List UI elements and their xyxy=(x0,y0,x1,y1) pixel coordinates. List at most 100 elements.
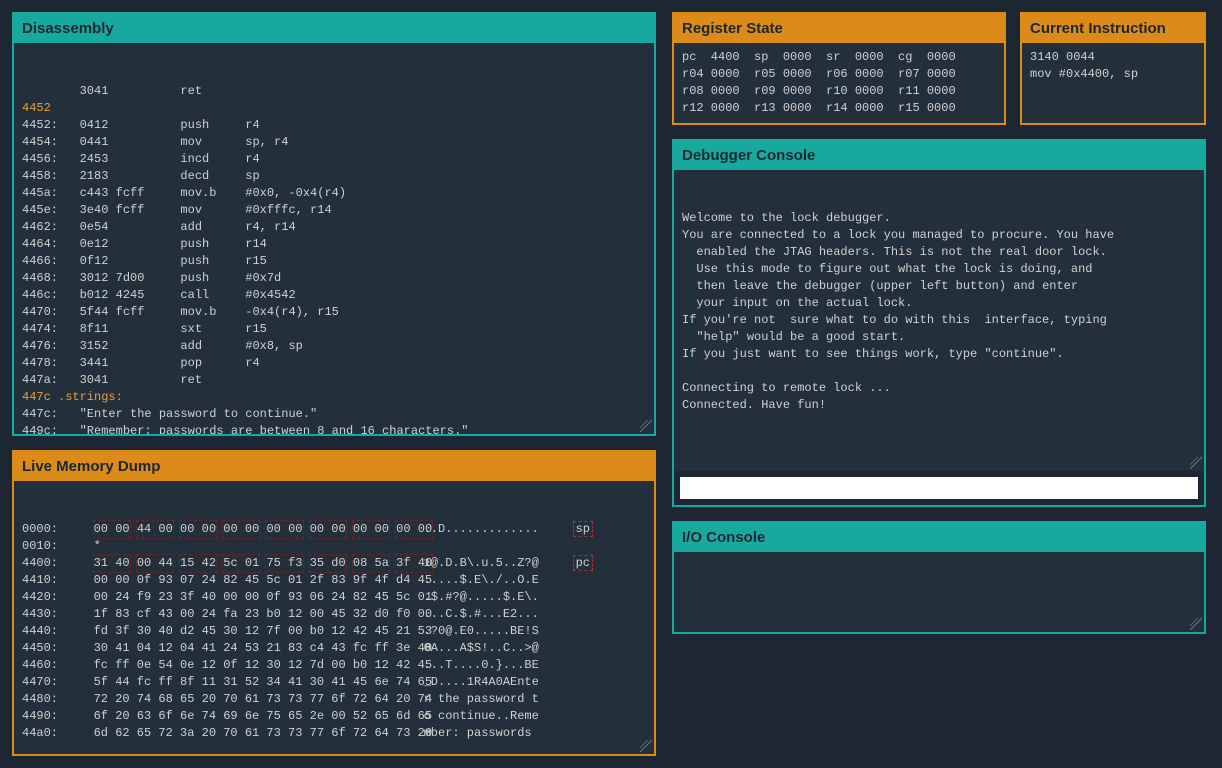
memdump-ascii: r the password t xyxy=(402,691,552,708)
disasm-line: 4462: 0e54 add r4, r14 xyxy=(22,219,646,236)
debugger-input[interactable] xyxy=(680,477,1198,499)
memdump-ascii: 0A...A$S!..C..>@ xyxy=(402,640,552,657)
resize-handle[interactable] xyxy=(1190,618,1202,630)
memdump-addr: 4450: xyxy=(22,640,72,657)
disasm-line: 445a: c443 fcff mov.b #0x0, -0x4(r4) xyxy=(22,185,646,202)
disasm-line: 4474: 8f11 sxt r15 xyxy=(22,321,646,338)
memdump-hex: 00 00 44 00 00 00 00 00 00 00 00 00 00 0… xyxy=(72,521,402,538)
memdump-ascii: .$.#?@.....$.E\. xyxy=(402,589,552,606)
curins-asm: mov #0x4400, sp xyxy=(1030,67,1138,81)
memdump-ascii: mber: passwords xyxy=(402,725,552,742)
memdump-addr: 4400: xyxy=(22,555,72,572)
memdump-addr: 4440: xyxy=(22,623,72,640)
memdump-addr: 44a0: xyxy=(22,725,72,742)
memdump-row: 44a0: 6d 62 65 72 3a 20 70 61 73 73 77 6… xyxy=(22,725,646,742)
memory-dump-title: Live Memory Dump xyxy=(14,452,654,481)
top-right-group: Register State pc 4400 sp 0000 sr 0000 c… xyxy=(672,12,1206,125)
memdump-ascii: .?0@.E0.....BE!S xyxy=(402,623,552,640)
memdump-tag xyxy=(552,589,592,606)
disasm-label: 4452 xyxy=(22,100,646,117)
memdump-row: 4430: 1f 83 cf 43 00 24 fa 23 b0 12 00 4… xyxy=(22,606,646,623)
right-column: Register State pc 4400 sp 0000 sr 0000 c… xyxy=(672,12,1206,756)
memory-dump-body[interactable]: 0000: 00 00 44 00 00 00 00 00 00 00 00 0… xyxy=(14,481,654,754)
memdump-tag: pc xyxy=(552,555,592,572)
memdump-hex: 31 40 00 44 15 42 5c 01 75 f3 35 d0 08 5… xyxy=(72,555,402,572)
memdump-row: 4490: 6f 20 63 6f 6e 74 69 6e 75 65 2e 0… xyxy=(22,708,646,725)
debugger-console-panel: Debugger Console Welcome to the lock deb… xyxy=(672,139,1206,507)
memdump-ascii: ...C.$.#...E2... xyxy=(402,606,552,623)
memdump-row: 4420: 00 24 f9 23 3f 40 00 00 0f 93 06 2… xyxy=(22,589,646,606)
memdump-row: 4460: fc ff 0e 54 0e 12 0f 12 30 12 7d 0… xyxy=(22,657,646,674)
disasm-label: 447c .strings: xyxy=(22,389,646,406)
memdump-tag xyxy=(552,572,592,589)
memdump-hex: fd 3f 30 40 d2 45 30 12 7f 00 b0 12 42 4… xyxy=(72,623,402,640)
memdump-tag xyxy=(552,640,592,657)
disasm-line: 4458: 2183 decd sp xyxy=(22,168,646,185)
disasm-line: 4452: 0412 push r4 xyxy=(22,117,646,134)
disasm-line: 4468: 3012 7d00 push #0x7d xyxy=(22,270,646,287)
memdump-hex: 72 20 74 68 65 20 70 61 73 73 77 6f 72 6… xyxy=(72,691,402,708)
io-console-title: I/O Console xyxy=(674,523,1204,552)
debugger-console-body[interactable]: Welcome to the lock debugger. You are co… xyxy=(674,170,1204,471)
register-state-title: Register State xyxy=(674,14,1004,43)
memdump-addr: 4460: xyxy=(22,657,72,674)
disasm-line: 4456: 2453 incd r4 xyxy=(22,151,646,168)
memdump-hex: 00 00 0f 93 07 24 82 45 5c 01 2f 83 9f 4… xyxy=(72,572,402,589)
memdump-ascii: 1@.D.B\.u.5..Z?@ xyxy=(402,555,552,572)
memdump-row: 4410: 00 00 0f 93 07 24 82 45 5c 01 2f 8… xyxy=(22,572,646,589)
memdump-ascii: .....$.E\./..O.E xyxy=(402,572,552,589)
current-instruction-body: 3140 0044 mov #0x4400, sp xyxy=(1022,43,1204,123)
disassembly-panel: Disassembly 3041 ret 4452 4452: 0412 pus… xyxy=(12,12,656,436)
memdump-row: 4470: 5f 44 fc ff 8f 11 31 52 34 41 30 4… xyxy=(22,674,646,691)
memdump-tag xyxy=(552,708,592,725)
memdump-tag xyxy=(552,657,592,674)
memdump-addr: 4410: xyxy=(22,572,72,589)
memdump-hex: 5f 44 fc ff 8f 11 31 52 34 41 30 41 45 6… xyxy=(72,674,402,691)
disassembly-title: Disassembly xyxy=(14,14,654,43)
register-state-body: pc 4400 sp 0000 sr 0000 cg 0000 r04 0000… xyxy=(674,43,1004,123)
resize-handle[interactable] xyxy=(640,420,652,432)
disasm-line: 3041 ret xyxy=(22,83,646,100)
memdump-addr: 0000: xyxy=(22,521,72,538)
memdump-addr: 4430: xyxy=(22,606,72,623)
memdump-row: 4450: 30 41 04 12 04 41 24 53 21 83 c4 4… xyxy=(22,640,646,657)
debugger-console-title: Debugger Console xyxy=(674,141,1204,170)
disasm-string: 449c: "Remember: passwords are between 8… xyxy=(22,423,646,434)
left-column: Disassembly 3041 ret 4452 4452: 0412 pus… xyxy=(12,12,656,756)
memdump-tag xyxy=(552,674,592,691)
memdump-tag xyxy=(552,538,592,555)
memdump-hex: * xyxy=(72,538,402,555)
io-console-panel: I/O Console xyxy=(672,521,1206,634)
memdump-tag xyxy=(552,623,592,640)
disasm-line: 4470: 5f44 fcff mov.b -0x4(r4), r15 xyxy=(22,304,646,321)
memdump-hex: 30 41 04 12 04 41 24 53 21 83 c4 43 fc f… xyxy=(72,640,402,657)
memdump-row: 4480: 72 20 74 68 65 20 70 61 73 73 77 6… xyxy=(22,691,646,708)
disasm-line: 4476: 3152 add #0x8, sp xyxy=(22,338,646,355)
memdump-addr: 0010: xyxy=(22,538,72,555)
disasm-string: 447c: "Enter the password to continue." xyxy=(22,406,646,423)
memdump-tag: sp xyxy=(552,521,592,538)
memdump-hex: 1f 83 cf 43 00 24 fa 23 b0 12 00 45 32 d… xyxy=(72,606,402,623)
current-instruction-panel: Current Instruction 3140 0044 mov #0x440… xyxy=(1020,12,1206,125)
memdump-row: 0000: 00 00 44 00 00 00 00 00 00 00 00 0… xyxy=(22,521,646,538)
memory-dump-panel: Live Memory Dump 0000: 00 00 44 00 00 00… xyxy=(12,450,656,756)
current-instruction-title: Current Instruction xyxy=(1022,14,1204,43)
memdump-ascii: o continue..Reme xyxy=(402,708,552,725)
io-console-body[interactable] xyxy=(674,552,1204,632)
resize-handle[interactable] xyxy=(1190,457,1202,469)
disassembly-body[interactable]: 3041 ret 4452 4452: 0412 push r44454: 04… xyxy=(14,43,654,434)
memdump-addr: 4490: xyxy=(22,708,72,725)
memdump-row: 4440: fd 3f 30 40 d2 45 30 12 7f 00 b0 1… xyxy=(22,623,646,640)
register-state-panel: Register State pc 4400 sp 0000 sr 0000 c… xyxy=(672,12,1006,125)
memdump-tag xyxy=(552,725,592,742)
memdump-tag xyxy=(552,606,592,623)
memdump-tag xyxy=(552,691,592,708)
resize-handle[interactable] xyxy=(640,740,652,752)
memdump-hex: 6f 20 63 6f 6e 74 69 6e 75 65 2e 00 52 6… xyxy=(72,708,402,725)
memdump-hex: 00 24 f9 23 3f 40 00 00 0f 93 06 24 82 4… xyxy=(72,589,402,606)
memdump-hex: fc ff 0e 54 0e 12 0f 12 30 12 7d 00 b0 1… xyxy=(72,657,402,674)
memdump-hex: 6d 62 65 72 3a 20 70 61 73 73 77 6f 72 6… xyxy=(72,725,402,742)
memdump-addr: 4470: xyxy=(22,674,72,691)
disasm-line: 4478: 3441 pop r4 xyxy=(22,355,646,372)
debugger-console-text: Welcome to the lock debugger. You are co… xyxy=(682,210,1196,414)
